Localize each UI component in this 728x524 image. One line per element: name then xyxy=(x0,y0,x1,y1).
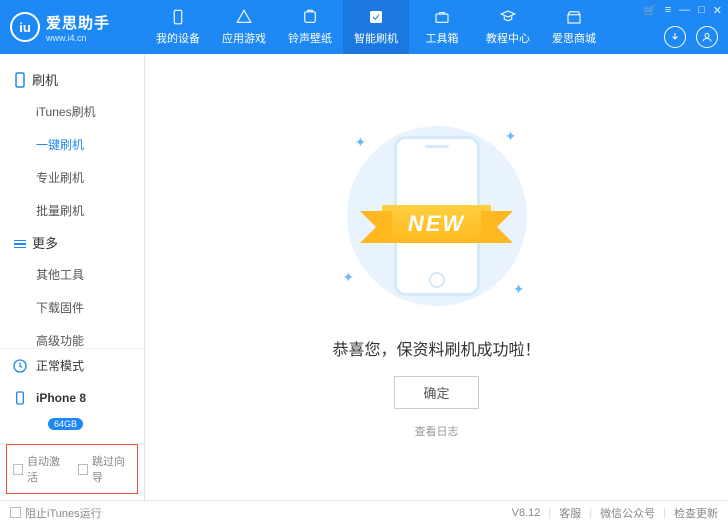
auto-activate-checkbox[interactable]: 自动激活 xyxy=(13,453,66,485)
device-icon xyxy=(168,8,188,26)
main-content: ✦ ✦ ✦ ✦ NEW 恭喜您，保资料刷机成功啦！ 确定 查看日志 xyxy=(145,54,728,500)
sidebar-item-advanced[interactable]: 高级功能 xyxy=(0,324,144,348)
maximize-icon[interactable]: □ xyxy=(698,4,705,17)
device-info[interactable]: iPhone 8 64GB xyxy=(0,382,144,438)
sidebar-item-batch-flash[interactable]: 批量刷机 xyxy=(0,194,144,227)
new-ribbon: NEW xyxy=(327,201,547,247)
check-update-link[interactable]: 检查更新 xyxy=(674,505,718,521)
app-header: iu 爱思助手 www.i4.cn 我的设备 应用游戏 铃声壁纸 智能刷机 工具… xyxy=(0,0,728,54)
close-icon[interactable]: ✕ xyxy=(713,4,722,17)
checkbox-icon xyxy=(10,507,21,518)
apps-icon xyxy=(234,8,254,26)
hamburger-icon xyxy=(14,238,26,248)
app-name: 爱思助手 xyxy=(46,12,110,33)
support-link[interactable]: 客服 xyxy=(559,505,581,521)
app-url: www.i4.cn xyxy=(46,33,110,43)
store-icon xyxy=(564,8,584,26)
logo-icon: iu xyxy=(10,12,40,42)
status-bar: 阻止iTunes运行 V8.12 | 客服 | 微信公众号 | 检查更新 xyxy=(0,500,728,524)
minimize-icon[interactable]: — xyxy=(679,4,690,17)
sidebar-item-other-tools[interactable]: 其他工具 xyxy=(0,258,144,291)
wechat-link[interactable]: 微信公众号 xyxy=(600,505,655,521)
device-mode[interactable]: 正常模式 xyxy=(0,349,144,382)
sidebar-item-itunes-flash[interactable]: iTunes刷机 xyxy=(0,95,144,128)
version-label: V8.12 xyxy=(512,507,541,519)
tutorial-icon xyxy=(498,8,518,26)
sidebar-item-pro-flash[interactable]: 专业刷机 xyxy=(0,161,144,194)
checkbox-icon xyxy=(13,464,23,475)
main-tabs: 我的设备 应用游戏 铃声壁纸 智能刷机 工具箱 教程中心 爱思商城 xyxy=(145,0,607,54)
menu-icon[interactable]: ≡ xyxy=(665,4,671,17)
skip-wizard-checkbox[interactable]: 跳过向导 xyxy=(78,453,131,485)
success-illustration: ✦ ✦ ✦ ✦ NEW xyxy=(327,116,547,316)
tab-store[interactable]: 爱思商城 xyxy=(541,0,607,54)
tab-apps[interactable]: 应用游戏 xyxy=(211,0,277,54)
block-itunes-checkbox[interactable]: 阻止iTunes运行 xyxy=(10,505,102,521)
window-controls: 🛒 ≡ — □ ✕ xyxy=(643,4,722,17)
options-highlight: 自动激活 跳过向导 xyxy=(6,444,138,494)
success-message: 恭喜您，保资料刷机成功啦！ xyxy=(332,336,540,360)
ringtone-icon xyxy=(300,8,320,26)
checkbox-icon xyxy=(78,464,88,475)
toolbox-icon xyxy=(432,8,452,26)
storage-badge: 64GB xyxy=(48,418,83,430)
sidebar-item-oneclick-flash[interactable]: 一键刷机 xyxy=(0,128,144,161)
tab-my-device[interactable]: 我的设备 xyxy=(145,0,211,54)
cart-icon[interactable]: 🛒 xyxy=(643,4,657,17)
tab-tutorials[interactable]: 教程中心 xyxy=(475,0,541,54)
tab-flash[interactable]: 智能刷机 xyxy=(343,0,409,54)
tab-toolbox[interactable]: 工具箱 xyxy=(409,0,475,54)
sidebar-group-more[interactable]: 更多 xyxy=(0,227,144,258)
sidebar-item-download-firmware[interactable]: 下载固件 xyxy=(0,291,144,324)
sidebar: 刷机 iTunes刷机 一键刷机 专业刷机 批量刷机 更多 其他工具 下载固件 … xyxy=(0,54,145,500)
confirm-button[interactable]: 确定 xyxy=(394,376,478,409)
logo: iu 爱思助手 www.i4.cn xyxy=(0,12,145,43)
view-log-link[interactable]: 查看日志 xyxy=(415,423,459,439)
user-button[interactable] xyxy=(696,26,718,48)
sidebar-group-flash[interactable]: 刷机 xyxy=(0,64,144,95)
download-button[interactable] xyxy=(664,26,686,48)
flash-icon xyxy=(366,8,386,26)
tab-ringtones[interactable]: 铃声壁纸 xyxy=(277,0,343,54)
